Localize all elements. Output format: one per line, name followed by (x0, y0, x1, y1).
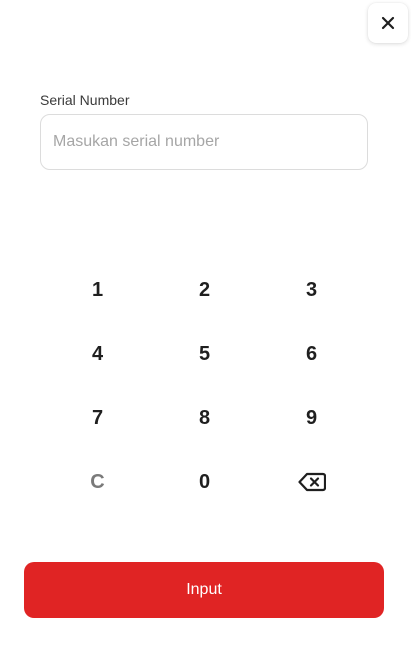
close-button[interactable] (368, 3, 408, 43)
key-8[interactable]: 8 (151, 386, 258, 450)
backspace-icon (297, 472, 326, 492)
key-backspace[interactable] (258, 450, 365, 514)
key-3[interactable]: 3 (258, 258, 365, 322)
numeric-keypad: 1 2 3 4 5 6 7 8 9 C 0 (44, 258, 364, 514)
input-submit-label: Input (186, 581, 222, 598)
key-9[interactable]: 9 (258, 386, 365, 450)
key-7[interactable]: 7 (44, 386, 151, 450)
key-0[interactable]: 0 (151, 450, 258, 514)
key-clear[interactable]: C (44, 450, 151, 514)
serial-number-label: Serial Number (40, 92, 130, 108)
input-submit-button[interactable]: Input (24, 562, 384, 618)
close-icon (381, 16, 395, 30)
key-1[interactable]: 1 (44, 258, 151, 322)
key-6[interactable]: 6 (258, 322, 365, 386)
key-5[interactable]: 5 (151, 322, 258, 386)
key-2[interactable]: 2 (151, 258, 258, 322)
serial-number-input[interactable] (40, 114, 368, 170)
key-4[interactable]: 4 (44, 322, 151, 386)
